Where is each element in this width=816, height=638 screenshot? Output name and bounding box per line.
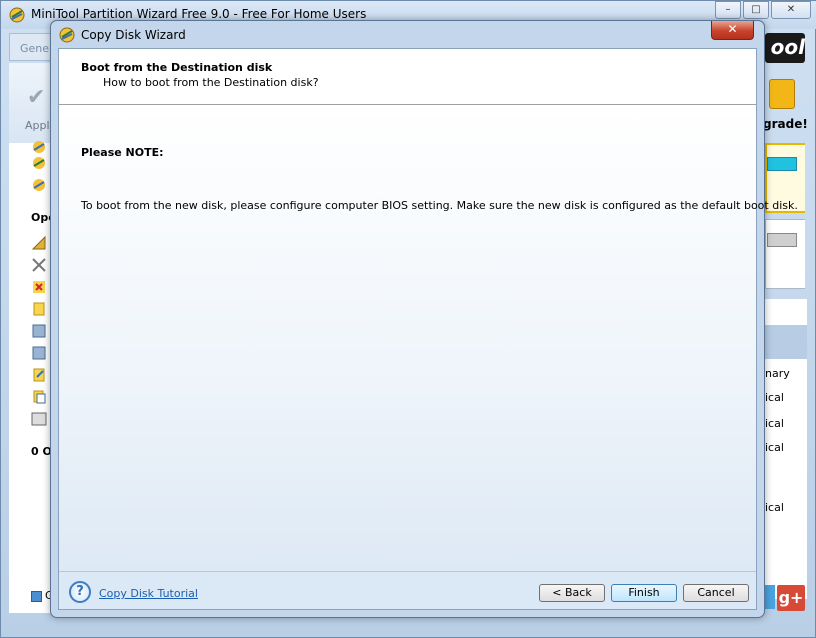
dialog-titlebar: Copy Disk Wizard ✕ — [51, 21, 764, 49]
tab-general[interactable]: Gener — [9, 33, 54, 61]
copy-disk-wizard-dialog: Copy Disk Wizard ✕ Boot from the Destina… — [50, 20, 798, 618]
google-plus-icon[interactable]: g+ — [777, 585, 805, 611]
action-panel: Ope 0 Op G — [9, 141, 60, 613]
step-title: Boot from the Destination disk — [81, 61, 273, 74]
legend-checkbox[interactable] — [31, 591, 42, 602]
wizard-body: Please NOTE: To boot from the new disk, … — [59, 106, 798, 571]
twitter-icon[interactable] — [765, 585, 775, 609]
back-button[interactable]: < Back — [539, 584, 605, 602]
wizard-icon[interactable] — [31, 155, 47, 171]
note-text: To boot from the new disk, please config… — [81, 199, 798, 212]
checkmark-icon[interactable]: ✔ — [27, 85, 45, 110]
upgrade-label[interactable]: grade! — [763, 117, 808, 131]
table-cell-type: ical — [765, 441, 784, 454]
disk-icon[interactable] — [31, 323, 47, 339]
step-subtitle: How to boot from the Destination disk? — [103, 76, 319, 89]
copy-icon[interactable] — [31, 389, 47, 405]
wizard-icon[interactable] — [31, 177, 47, 193]
app-logo-icon — [59, 27, 75, 43]
disk-icon[interactable] — [31, 345, 47, 361]
dialog-content: Boot from the Destination disk How to bo… — [58, 48, 798, 610]
partition-bar[interactable] — [767, 157, 797, 171]
partition-icon[interactable] — [31, 301, 47, 317]
cart-icon[interactable] — [769, 79, 795, 109]
table-cell-type: ical — [765, 417, 784, 430]
dialog-close-button[interactable]: ✕ — [711, 21, 754, 40]
table-cell-type: nary — [765, 367, 790, 380]
gpt-icon[interactable] — [31, 411, 47, 427]
maximize-button[interactable]: □ — [743, 1, 769, 19]
cancel-button[interactable]: Cancel — [683, 584, 749, 602]
minimize-button[interactable]: – — [715, 1, 741, 19]
brand-logo-text: ool — [770, 35, 805, 59]
table-row-selected[interactable] — [765, 325, 807, 359]
wizard-header: Boot from the Destination disk How to bo… — [59, 49, 756, 105]
main-window-title: MiniTool Partition Wizard Free 9.0 - Fre… — [31, 7, 367, 21]
copy-disk-tutorial-link[interactable]: Copy Disk Tutorial — [99, 587, 198, 600]
app-logo-icon — [9, 7, 25, 23]
table-cell-type: ical — [765, 391, 784, 404]
finish-button[interactable]: Finish — [611, 584, 677, 602]
help-icon[interactable]: ? — [69, 581, 91, 603]
main-close-button[interactable]: ✕ — [771, 1, 811, 19]
resize-icon[interactable] — [31, 235, 47, 251]
partition-bar[interactable] — [767, 233, 797, 247]
disk-map[interactable] — [765, 219, 805, 289]
wizard-footer: ? Copy Disk Tutorial < Back Finish Cance… — [59, 571, 756, 609]
wizard-icon[interactable] — [31, 139, 47, 155]
table-cell-type: ical — [765, 501, 784, 514]
delete-icon[interactable] — [31, 279, 47, 295]
tab-general-label: Gener — [20, 42, 54, 55]
note-title: Please NOTE: — [81, 146, 164, 159]
dialog-title: Copy Disk Wizard — [81, 28, 186, 42]
edit-icon[interactable] — [31, 367, 47, 383]
tools-icon[interactable] — [31, 257, 47, 273]
